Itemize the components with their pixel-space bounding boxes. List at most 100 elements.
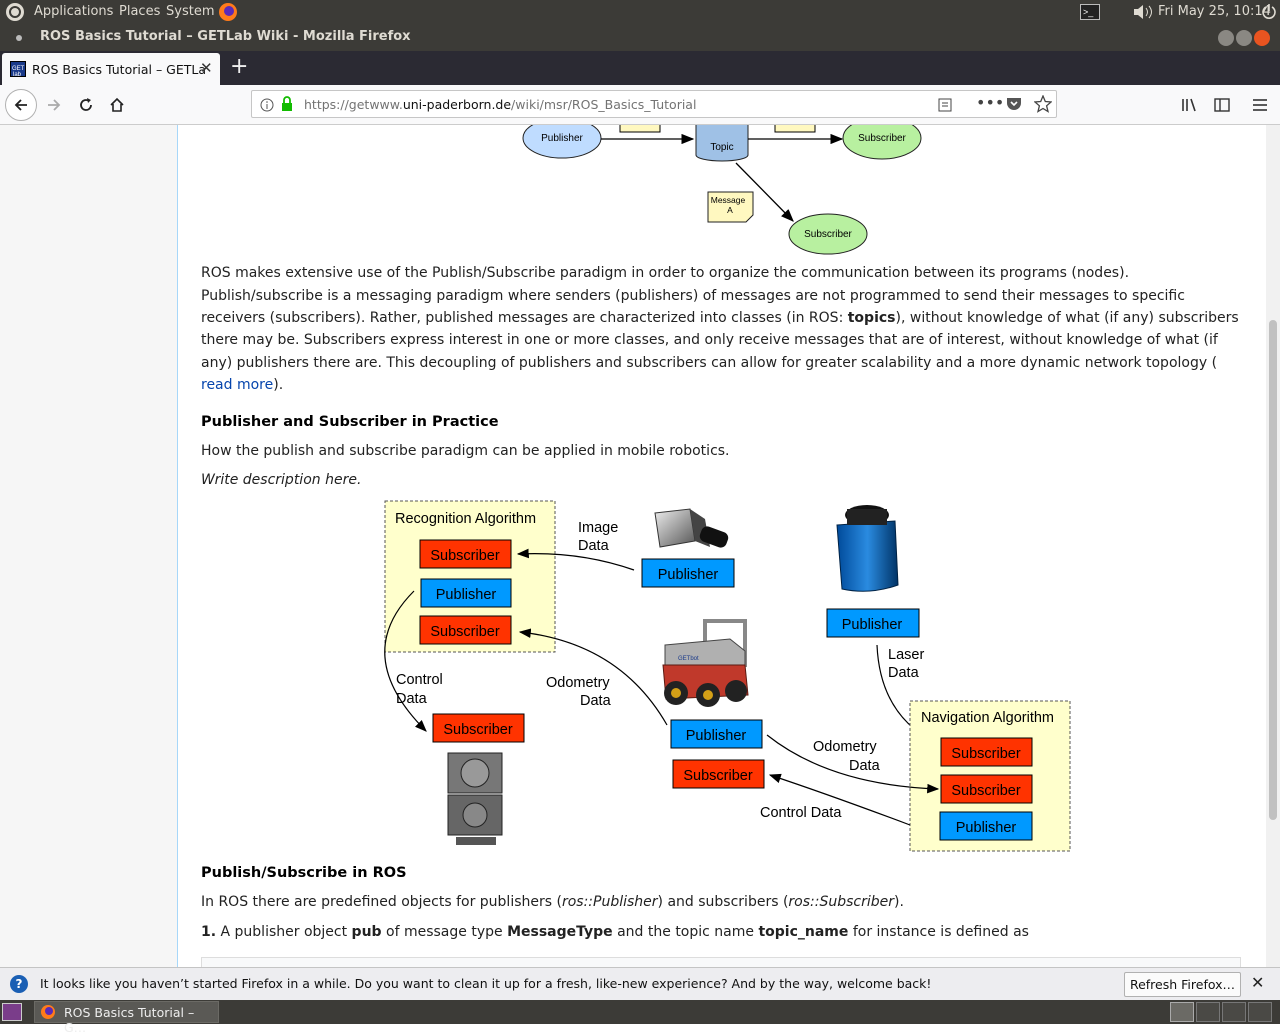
refresh-firefox-button[interactable]: Refresh Firefox… (1124, 972, 1241, 997)
page-actions-icon[interactable]: ••• (976, 93, 1004, 112)
intro-text-b: ), without knowledge of what (if any) su… (895, 310, 1239, 326)
scrollbar-thumb[interactable] (1269, 320, 1277, 820)
info-icon[interactable] (260, 97, 274, 116)
library-icon[interactable] (1176, 91, 1204, 119)
laser-scanner-illustration (836, 505, 899, 592)
message-note-line2: A (727, 205, 733, 215)
workspace-switcher-2[interactable] (1196, 1002, 1220, 1022)
message-note-line1: Message (711, 195, 746, 205)
navigation-toolbar: https://getwww.uni-paderborn.de/wiki/msr… (0, 85, 1280, 125)
topics-bold: topics (847, 310, 896, 326)
new-tab-button[interactable]: + (230, 54, 248, 79)
step-text-a: A publisher object (216, 924, 352, 940)
odometry-data-label-1b: Data (580, 693, 612, 709)
forward-button[interactable] (40, 91, 68, 119)
robotics-pubsub-diagram: Recognition Algorithm Subscriber Publish… (384, 500, 1071, 852)
maximize-button[interactable] (1236, 30, 1252, 46)
refresh-notification-bar: ? It looks like you haven’t started Fire… (0, 967, 1280, 1000)
workspace-switcher-4[interactable] (1248, 1002, 1272, 1022)
navigation-algorithm-title: Navigation Algorithm (921, 710, 1054, 726)
pocket-icon[interactable] (1006, 96, 1022, 116)
firefox-launcher-icon[interactable] (218, 2, 238, 26)
control-data-label-2: Data (396, 691, 428, 707)
home-button[interactable] (103, 91, 131, 119)
step-text-d: for instance is defined as (848, 924, 1029, 940)
odometry-data-label-1a: Odometry (546, 675, 610, 691)
bottom-taskbar: ROS Basics Tutorial – G… (0, 1000, 1280, 1035)
minimize-button[interactable] (1218, 30, 1234, 46)
show-desktop-icon[interactable] (2, 1003, 22, 1021)
laser-data-label-2: Data (888, 665, 920, 681)
svg-text:>_: >_ (1083, 7, 1094, 17)
reload-button[interactable] (72, 91, 100, 119)
system-menu[interactable]: System (166, 4, 214, 19)
message-note-cropped-2 (774, 125, 816, 133)
read-more-link[interactable]: read more (201, 377, 273, 393)
page-scrollbar[interactable] (1266, 125, 1280, 967)
paragraph-intro-line6: read more). (201, 374, 1245, 396)
laser-data-label-1: Laser (888, 647, 924, 663)
topic-name-bold: topic_name (758, 924, 849, 940)
paragraph-intro-line1: ROS makes extensive use of the Publish/S… (201, 265, 1130, 281)
clock[interactable]: Fri May 25, 10:14 (1158, 4, 1271, 19)
camera-illustration (654, 508, 729, 548)
ros-text-a: In ROS there are predefined objects for … (201, 894, 562, 910)
topic-label: Topic (710, 142, 733, 153)
paragraph-ros-objects: In ROS there are predefined objects for … (201, 891, 1245, 913)
power-icon[interactable] (1261, 3, 1277, 23)
help-icon: ? (10, 975, 28, 993)
url-domain: uni-paderborn.de (402, 97, 512, 112)
wiki-sidebar (0, 125, 178, 967)
hamburger-menu-icon[interactable] (1246, 91, 1274, 119)
sidebar-toggle-icon[interactable] (1208, 91, 1236, 119)
url-prefix: https://getwww. (304, 97, 403, 112)
paragraph-step-one: 1. A publisher object pub of message typ… (201, 921, 1245, 943)
window-dot-icon (16, 35, 22, 41)
reader-view-icon[interactable] (938, 97, 952, 116)
nav-subscriber-1-label: Subscriber (951, 746, 1020, 762)
getbot-logo-text: GETbot (678, 656, 699, 662)
odometry-data-label-2b: Data (849, 758, 881, 774)
nav-publisher-label: Publisher (956, 820, 1017, 836)
workspace-switcher-3[interactable] (1222, 1002, 1246, 1022)
bookmark-star-icon[interactable] (1033, 94, 1053, 117)
tab-close-icon[interactable]: ✕ (200, 59, 213, 77)
step-number: 1. (201, 924, 217, 940)
window-title: ROS Basics Tutorial – GETLab Wiki - Mozi… (40, 29, 411, 44)
subscriber-node-1-label: Subscriber (858, 133, 906, 144)
taskbar-firefox-window[interactable]: ROS Basics Tutorial – G… (34, 1001, 219, 1035)
taskbar-window-title: ROS Basics Tutorial – G… (64, 1005, 195, 1035)
image-data-label-1: Image (578, 520, 618, 536)
url-text: https://getwww.uni-paderborn.de/wiki/msr… (304, 97, 696, 112)
recog-subscriber-2-label: Subscriber (430, 624, 499, 640)
step-text-c: and the topic name (612, 924, 759, 940)
paragraph-practice: How the publish and subscribe paradigm c… (201, 443, 730, 459)
robot-publisher-label: Publisher (686, 728, 747, 744)
ros-publisher-class: ros::Publisher (561, 894, 658, 910)
places-menu[interactable]: Places (119, 4, 160, 19)
heading-pubsub-ros: Publish/Subscribe in ROS (201, 865, 407, 881)
terminal-icon[interactable]: >_ (1080, 4, 1100, 24)
applications-menu[interactable]: Applications (34, 4, 113, 19)
window-titlebar[interactable]: ROS Basics Tutorial – GETLab Wiki - Mozi… (0, 24, 1280, 51)
image-data-label-2: Data (578, 538, 610, 554)
lock-icon[interactable] (280, 96, 294, 116)
nav-subscriber-2-label: Subscriber (951, 783, 1020, 799)
control-data-label-robot: Control Data (760, 805, 842, 821)
volume-icon[interactable] (1132, 4, 1154, 24)
robot-arm-illustration (447, 752, 503, 845)
ubuntu-logo-icon[interactable] (6, 3, 24, 21)
paragraph-intro-line5: any) publishers there are. This decoupli… (201, 355, 1218, 371)
close-window-button[interactable] (1254, 30, 1270, 46)
workspace-switcher-1[interactable] (1170, 1002, 1194, 1022)
url-bar[interactable]: https://getwww.uni-paderborn.de/wiki/msr… (251, 90, 1057, 118)
subscriber-node-2-label: Subscriber (804, 229, 852, 240)
notification-close-icon[interactable]: ✕ (1251, 973, 1264, 992)
step-text-b: of message type (381, 924, 508, 940)
paragraph-intro-line4: there may be. Subscribers express intere… (201, 332, 1218, 348)
getlab-favicon-icon: GET lab (10, 61, 26, 78)
back-button[interactable] (5, 89, 37, 121)
laser-publisher-label: Publisher (842, 617, 903, 633)
message-type-bold: MessageType (507, 924, 613, 940)
tab-ros-basics[interactable]: GET lab ROS Basics Tutorial – GETLa ✕ (2, 53, 220, 85)
